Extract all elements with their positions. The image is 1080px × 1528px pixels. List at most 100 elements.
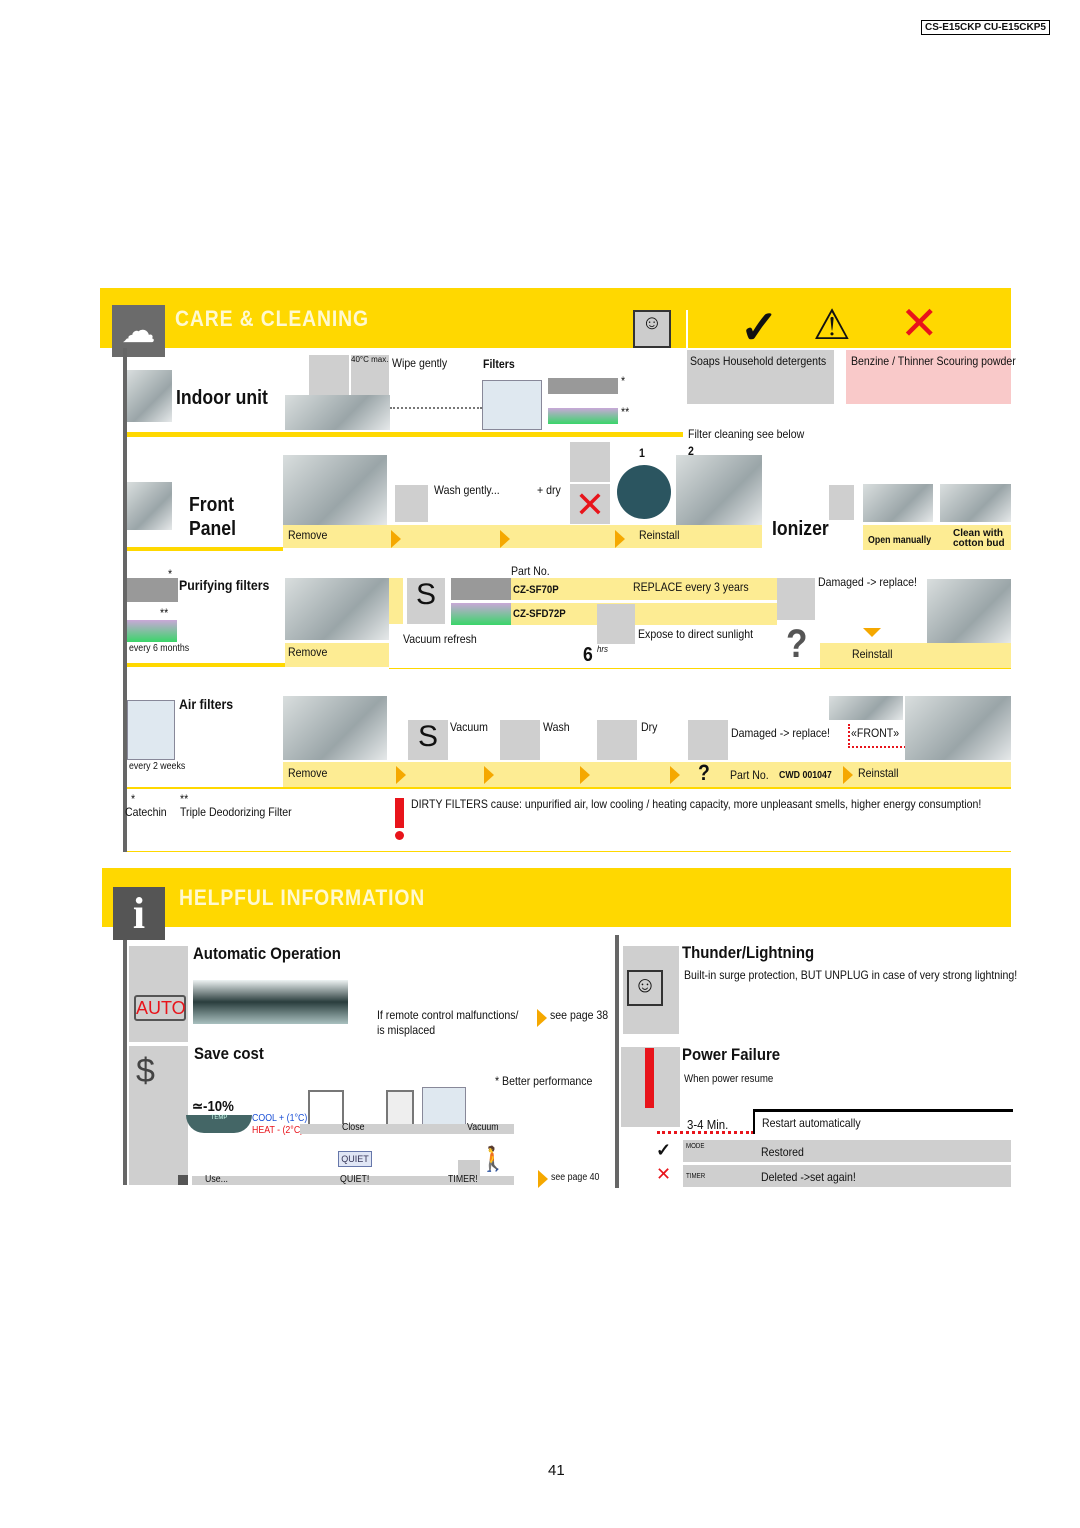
- water-drops-icon: 40°C max.: [351, 355, 389, 395]
- indoor-unit-label: Indoor unit: [176, 387, 268, 409]
- cross-icon: ✕: [656, 1164, 672, 1184]
- purifying-filters-label: Purifying filters: [179, 577, 270, 593]
- part-cz-sfd72p: CZ-SFD72P: [513, 608, 566, 620]
- mode-row: [683, 1140, 1011, 1162]
- see-page-40[interactable]: see page 40: [551, 1172, 599, 1183]
- dry-icon: [597, 720, 637, 760]
- exclamation-dot: [395, 831, 404, 840]
- unit-auto-photo: [193, 980, 348, 1024]
- arrow-icon: [538, 1170, 548, 1188]
- helpful-title: HELPFUL INFORMATION: [179, 885, 426, 910]
- front-label: «FRONT»: [851, 726, 900, 740]
- every-6-months: every 6 months: [129, 643, 190, 654]
- down-arrow-icon: [863, 628, 881, 637]
- star-double: **: [180, 792, 189, 806]
- step-2: 2: [688, 444, 694, 458]
- wipe-label: Wipe gently: [392, 356, 448, 370]
- remove-label: Remove: [288, 645, 328, 659]
- reinstall-strip: [820, 643, 1011, 669]
- row-rule: [389, 668, 1011, 669]
- auto-panel: [129, 946, 188, 1042]
- step-1: 1: [639, 446, 645, 460]
- front-panel-label-2: Panel: [189, 518, 236, 540]
- front-panel-label-1: Front: [189, 494, 234, 516]
- shade-dry-icon: [570, 442, 610, 482]
- star-double: **: [621, 405, 630, 419]
- restart-automatically: Restart automatically: [762, 1116, 861, 1130]
- open-ionizer-photo: [863, 484, 933, 522]
- reinstall-panel-photo: [676, 455, 762, 525]
- window-icon: [308, 1090, 344, 1126]
- every-2-weeks: every 2 weeks: [129, 761, 186, 772]
- power-cut-icon: [645, 1048, 654, 1108]
- damaged-replace: Damaged -> replace!: [818, 575, 917, 589]
- front-marking-photo: [829, 696, 903, 720]
- row-rule: [127, 547, 283, 551]
- dry-label: + dry: [537, 483, 561, 497]
- part-no-label: Part No.: [511, 564, 550, 578]
- filter-grid-image: [482, 380, 542, 430]
- ionizer-label: Ionizer: [772, 518, 829, 540]
- helpful-left-rule: [123, 940, 127, 1185]
- remove-air-filter-photo: [283, 696, 387, 760]
- vacuum-label: Vacuum: [450, 720, 488, 734]
- arrow-strip: [389, 578, 403, 624]
- mode-label: MODE: [686, 1143, 705, 1150]
- arrow-icon: [580, 766, 590, 784]
- thunder-heading: Thunder/Lightning: [682, 943, 815, 962]
- better-performance: * Better performance: [495, 1074, 593, 1088]
- wash-label: Wash: [543, 720, 570, 734]
- page-number: 41: [548, 1462, 565, 1479]
- row-rule: [127, 663, 285, 667]
- timer-label: TIMER: [686, 1173, 706, 1180]
- automatic-operation-heading: Automatic Operation: [193, 944, 341, 963]
- part-cz-sf70p: CZ-SF70P: [513, 584, 559, 596]
- wipe-icon: [309, 355, 349, 395]
- close-tip: Close: [342, 1122, 365, 1133]
- wash-icon: [395, 485, 428, 522]
- arrow-icon: [500, 530, 510, 548]
- replace-every-3-years: REPLACE every 3 years: [633, 580, 749, 594]
- sun-icon: [597, 604, 635, 644]
- front-panel-steps-strip: [283, 525, 762, 548]
- star-single: *: [621, 374, 626, 388]
- remove-purifying-photo: [285, 578, 389, 640]
- arrow-icon: [843, 766, 853, 784]
- unit-photo: [285, 395, 390, 430]
- wash-gently-label: Wash gently...: [434, 483, 500, 497]
- reinstall-air-filter-photo: [905, 696, 1011, 760]
- walking-person-icon: 🚶: [478, 1146, 508, 1173]
- vacuum-icon: S: [407, 578, 445, 624]
- reinstall-purifying-photo: [927, 579, 1011, 643]
- catechin-filter-image: [451, 578, 511, 600]
- restart-delay: 3-4 Min.: [687, 1117, 729, 1132]
- heat-adjust: HEAT - (2°C): [252, 1125, 304, 1136]
- arrow-icon: [396, 766, 406, 784]
- damaged-replace: Damaged -> replace!: [731, 726, 830, 740]
- vacuum-tip: Vacuum: [467, 1122, 499, 1133]
- filter-see-below: Filter cleaning see below: [688, 427, 805, 441]
- no-sun-icon: ✕: [570, 484, 610, 525]
- question-icon: ?: [786, 622, 808, 666]
- forbidden-cleaners: Benzine / Thinner Scouring powder: [851, 354, 1016, 368]
- question-icon: ?: [698, 760, 710, 785]
- use-tip: Use...: [205, 1174, 228, 1185]
- air-filter-image: [127, 700, 175, 760]
- part-no-label: Part No.: [730, 768, 769, 782]
- remove-label: Remove: [288, 766, 328, 780]
- power-resume-text: When power resume: [684, 1073, 774, 1085]
- prohibited-cross-icon: ✕: [900, 297, 939, 349]
- warning-icon: ⚠: [813, 301, 851, 348]
- temp-buttons-image: TEMP: [186, 1115, 252, 1133]
- hours-unit: hrs: [597, 644, 609, 654]
- dotted-leader: [390, 407, 482, 409]
- open-manually: Open manually: [868, 535, 932, 546]
- air-filter-steps-strip: [283, 762, 1011, 787]
- damaged-filter-icon: [688, 720, 728, 760]
- restored-label: Restored: [761, 1145, 804, 1159]
- reinstall-label: Reinstall: [858, 766, 899, 780]
- see-page-38[interactable]: see page 38: [550, 1008, 608, 1022]
- expose-sunlight: Expose to direct sunlight: [638, 627, 754, 641]
- unplug-icon: ☺: [633, 310, 671, 348]
- power-failure-heading: Power Failure: [682, 1045, 781, 1064]
